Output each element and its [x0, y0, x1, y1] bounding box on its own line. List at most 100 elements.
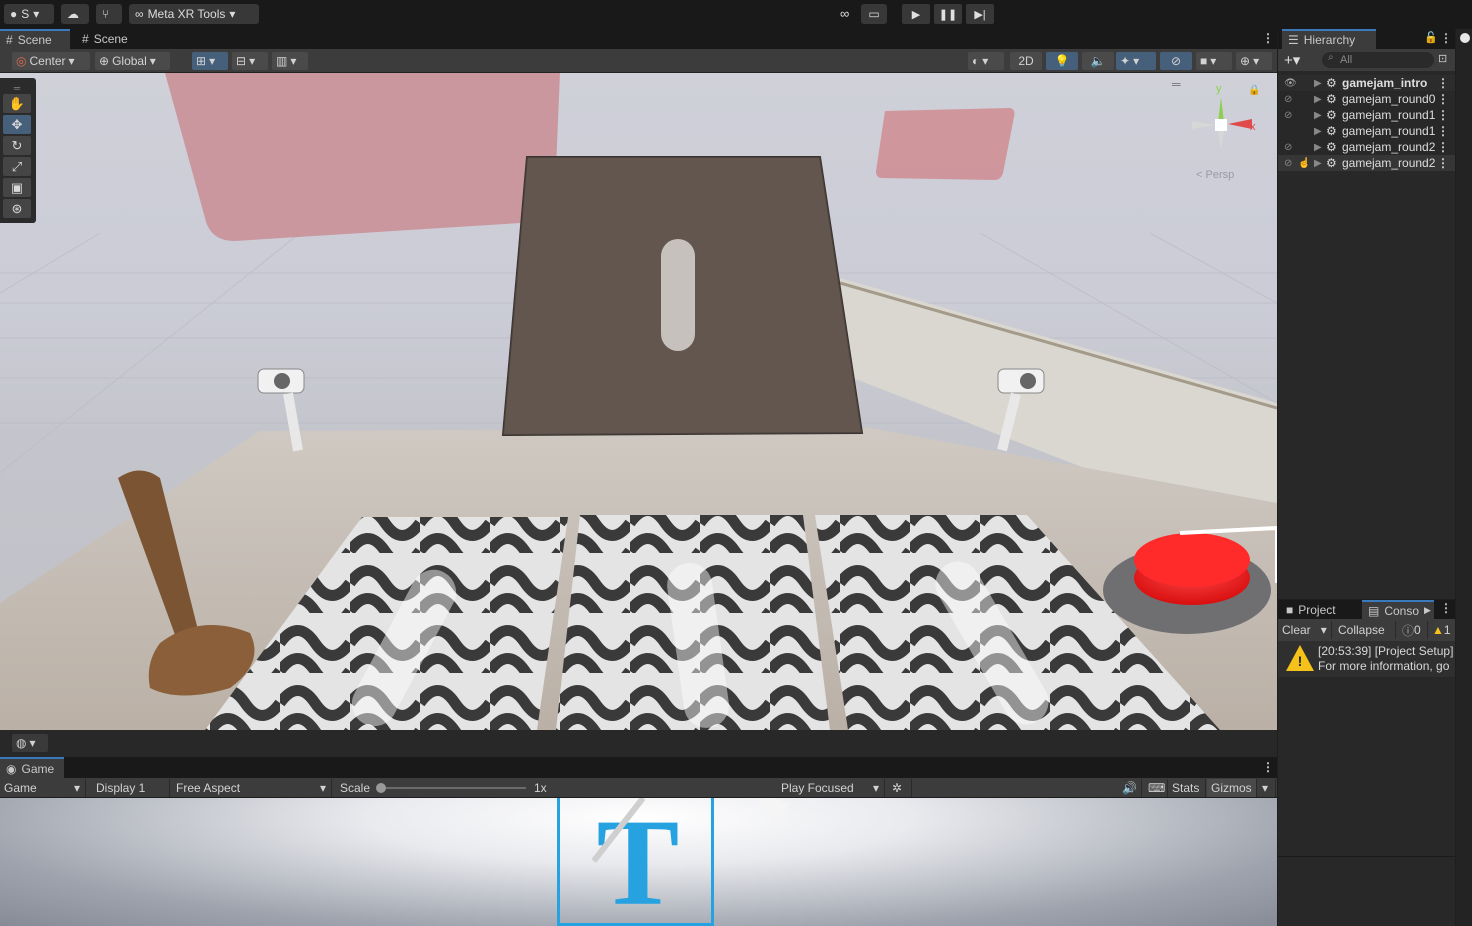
- expand-arrow-icon[interactable]: ▶: [1314, 126, 1326, 137]
- errors-toggle[interactable]: ⓘ 0: [1398, 621, 1428, 639]
- 2d-toggle[interactable]: 2D: [1010, 52, 1042, 70]
- lighting-toggle[interactable]: 💡: [1046, 52, 1078, 70]
- tab-scene-2[interactable]: # Scene: [76, 29, 146, 49]
- tab-console[interactable]: ▤ Conso ▶: [1362, 600, 1434, 619]
- scale-tool[interactable]: ⤢: [3, 157, 31, 176]
- tab-project[interactable]: ■ Project: [1280, 600, 1360, 619]
- palette-handle[interactable]: ═: [3, 83, 31, 93]
- pivot-dropdown[interactable]: ◎ Center ▾: [12, 52, 90, 70]
- inspector-icon[interactable]: [1460, 33, 1470, 43]
- orientation-gizmo[interactable]: y x < Persp: [1188, 83, 1260, 181]
- gizmos-dropdown-arrow[interactable]: ▾: [1258, 779, 1276, 797]
- add-button[interactable]: +▾: [1284, 51, 1300, 69]
- transform-tool[interactable]: ⊛: [3, 199, 31, 218]
- item-menu-icon[interactable]: ⋮: [1437, 76, 1449, 90]
- hierarchy-item[interactable]: ⊘ ☝ ▶ ⚙ gamejam_round2 ⋮: [1278, 155, 1455, 171]
- red-panel-left: [165, 73, 560, 241]
- game-view-dropdown[interactable]: Game ▾: [0, 779, 86, 797]
- game-viewport[interactable]: T: [0, 798, 1277, 926]
- scene-view-options[interactable]: ◍ ▾: [12, 734, 48, 752]
- effects-toggle[interactable]: ✦ ▾: [1116, 52, 1156, 70]
- warnings-count: 1: [1443, 623, 1451, 637]
- hidden-objects-toggle[interactable]: ⊘: [1160, 52, 1192, 70]
- grid-snap-button[interactable]: ⊞ ▾: [192, 52, 228, 70]
- red-panel-right: [876, 108, 1015, 180]
- speaker-mute-icon: 🔈: [1090, 54, 1106, 68]
- expand-arrow-icon[interactable]: ▶: [1314, 78, 1326, 89]
- version-control-button[interactable]: ⑂: [96, 4, 122, 24]
- step-icon: ▶|: [974, 8, 986, 21]
- grid-visibility-button[interactable]: ▥ ▾: [272, 52, 308, 70]
- gizmos-dropdown[interactable]: ⊕ ▾: [1236, 52, 1272, 70]
- scale-control[interactable]: Scale 1x: [336, 779, 776, 797]
- display-dropdown[interactable]: Display 1: [92, 779, 170, 797]
- warnings-toggle[interactable]: ▲ 1: [1428, 621, 1455, 639]
- hand-tool[interactable]: ✋: [3, 94, 31, 113]
- rect-tool[interactable]: ▣: [3, 178, 31, 197]
- meta-xr-tools-dropdown[interactable]: ∞ Meta XR Tools ▾: [129, 4, 259, 24]
- eye-slash-icon[interactable]: ⊘: [1284, 158, 1298, 169]
- speaker-icon: 🔊: [1122, 781, 1137, 795]
- scale-slider-thumb[interactable]: [376, 783, 386, 793]
- expand-arrow-icon[interactable]: ▶: [1314, 158, 1326, 169]
- persp-label[interactable]: < Persp: [1196, 169, 1234, 181]
- cloud-button[interactable]: ☁: [61, 4, 89, 24]
- item-menu-icon[interactable]: ⋮: [1437, 140, 1449, 154]
- list-icon: ☰: [1288, 33, 1299, 47]
- expand-arrow-icon[interactable]: ▶: [1314, 94, 1326, 105]
- lock-icon[interactable]: 🔓: [1424, 31, 1438, 44]
- tab-hierarchy[interactable]: ☰ Hierarchy: [1282, 29, 1376, 49]
- panel-menu-icon[interactable]: ⋮: [1440, 31, 1452, 45]
- tab-game[interactable]: ◉ Game: [0, 757, 64, 778]
- bug-toggle[interactable]: ✲: [888, 779, 912, 797]
- overlay-menu-icon[interactable]: ═: [1172, 77, 1181, 91]
- item-menu-icon[interactable]: ⋮: [1437, 92, 1449, 106]
- console-entry[interactable]: ! [20:53:39] [Project Setup] For more in…: [1278, 641, 1455, 677]
- scale-track[interactable]: [380, 787, 526, 789]
- hierarchy-item[interactable]: ⊘ ▶ ⚙ gamejam_round2 ⋮: [1278, 139, 1455, 155]
- aspect-dropdown[interactable]: Free Aspect ▾: [172, 779, 332, 797]
- eye-icon[interactable]: 👁: [1284, 78, 1298, 89]
- tab-menu-icon[interactable]: ⋮: [1262, 31, 1274, 45]
- hierarchy-item[interactable]: ⊘ ▶ ⚙ gamejam_round1 ⋮: [1278, 107, 1455, 123]
- tab-menu-icon[interactable]: ⋮: [1262, 760, 1274, 774]
- move-tool[interactable]: ✥: [3, 115, 31, 134]
- collapse-button[interactable]: Collapse: [1334, 621, 1396, 639]
- tab-scene-1[interactable]: # Scene: [0, 29, 70, 49]
- pickable-icon[interactable]: ☝: [1298, 158, 1314, 169]
- simulator-button[interactable]: ▭: [861, 4, 887, 24]
- search-options-icon[interactable]: ⊡: [1438, 52, 1447, 65]
- item-menu-icon[interactable]: ⋮: [1437, 124, 1449, 138]
- pause-button[interactable]: ❚❚: [934, 4, 962, 24]
- eye-slash-icon[interactable]: ⊘: [1284, 94, 1298, 105]
- hierarchy-item[interactable]: ⊘ ▶ ⚙ gamejam_round0 ⋮: [1278, 91, 1455, 107]
- camera-settings-button[interactable]: ■ ▾: [1196, 52, 1232, 70]
- mute-audio-toggle[interactable]: 🔊: [1118, 779, 1142, 797]
- play-button[interactable]: ▶: [902, 4, 930, 24]
- clear-button[interactable]: Clear ▾: [1278, 621, 1332, 639]
- shortcuts-toggle[interactable]: ⌨: [1144, 779, 1168, 797]
- hierarchy-search-input[interactable]: All: [1322, 52, 1434, 68]
- item-menu-icon[interactable]: ⋮: [1437, 156, 1449, 170]
- snap-increment-button[interactable]: ⊟ ▾: [232, 52, 268, 70]
- item-menu-icon[interactable]: ⋮: [1437, 108, 1449, 122]
- expand-arrow-icon[interactable]: ▶: [1314, 110, 1326, 121]
- account-dropdown[interactable]: ● S ▾: [4, 4, 54, 24]
- gizmos-button[interactable]: Gizmos: [1207, 779, 1257, 797]
- eye-slash-icon[interactable]: ⊘: [1284, 110, 1298, 121]
- panel-menu-icon[interactable]: ⋮: [1440, 601, 1452, 615]
- hierarchy-item[interactable]: 👁 ▶ ⚙ gamejam_intro ⋮: [1278, 75, 1455, 91]
- audio-toggle[interactable]: 🔈: [1082, 52, 1114, 70]
- stats-button[interactable]: Stats: [1168, 779, 1206, 797]
- meta-logo-icon[interactable]: ∞: [840, 6, 849, 21]
- scene-viewport[interactable]: y x < Persp 🔒 ═: [0, 73, 1277, 730]
- space-dropdown[interactable]: ⊕ Global ▾: [95, 52, 170, 70]
- play-focused-dropdown[interactable]: Play Focused ▾: [777, 779, 885, 797]
- rotate-tool[interactable]: ↻: [3, 136, 31, 155]
- lock-icon[interactable]: 🔒: [1248, 85, 1260, 96]
- expand-arrow-icon[interactable]: ▶: [1314, 142, 1326, 153]
- eye-slash-icon[interactable]: ⊘: [1284, 142, 1298, 153]
- hierarchy-item[interactable]: ▶ ⚙ gamejam_round1 ⋮: [1278, 123, 1455, 139]
- step-button[interactable]: ▶|: [966, 4, 994, 24]
- shading-mode-button[interactable]: ◐ ▾: [968, 52, 1004, 70]
